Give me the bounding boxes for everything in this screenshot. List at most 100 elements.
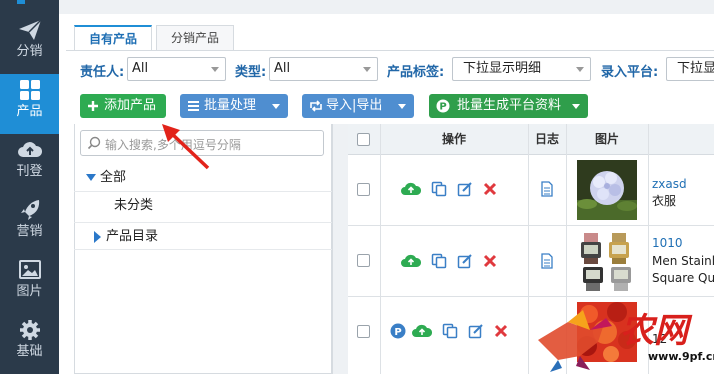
platform-label: 录入平台: [601, 65, 659, 80]
batch-process-button[interactable]: 批量处理 [180, 94, 288, 118]
paper-plane-icon [18, 19, 42, 40]
row-checkbox[interactable] [357, 183, 370, 196]
annotation-arrow [162, 124, 210, 170]
logo-mark [17, 0, 25, 4]
publish-icon[interactable] [412, 323, 433, 342]
nav-label: 产品 [16, 104, 43, 119]
watermark: 农网 www.9pf.cn [528, 300, 714, 374]
publish-icon[interactable] [401, 253, 422, 272]
caret-down-icon [272, 104, 280, 109]
add-product-button[interactable]: 添加产品 [80, 94, 166, 118]
caret-down-icon [572, 104, 580, 109]
image-icon [18, 260, 41, 279]
plus-icon [88, 101, 98, 111]
import-export-button[interactable]: 导入|导出 [302, 94, 414, 118]
gear-icon [19, 320, 40, 340]
log-icon[interactable] [540, 253, 554, 272]
tab-divider [66, 50, 714, 51]
hydrangea-image [577, 160, 637, 220]
generate-platform-data-button[interactable]: P 批量生成平台资料 [429, 94, 588, 118]
app-root: 分销 产品 刊登 营销 图片 基础 自有产品 分销产品 责任人: All 类型:… [0, 0, 714, 374]
nav-label: 分销 [16, 44, 43, 59]
type-select[interactable]: All [269, 57, 378, 81]
delete-icon[interactable] [483, 181, 497, 200]
nav-label: 图片 [16, 284, 43, 299]
chevron-down-icon [211, 67, 219, 72]
copy-icon[interactable] [442, 323, 458, 342]
delete-icon[interactable] [494, 323, 508, 342]
tree-label: 产品目录 [106, 229, 159, 244]
caret-down-icon [398, 104, 406, 109]
edit-icon[interactable] [468, 323, 484, 342]
select-all-checkbox[interactable] [357, 133, 370, 146]
paypal-p-icon[interactable]: P [390, 323, 406, 342]
product-thumbnail[interactable] [577, 231, 637, 291]
tree-label: 未分类 [114, 198, 154, 213]
nav-item-marketing[interactable]: 营销 [0, 194, 59, 254]
product-title-line: Men Stainle [652, 254, 714, 268]
product-id-link[interactable]: 1010 [652, 236, 683, 250]
row-checkbox[interactable] [357, 325, 370, 338]
watches-image [577, 231, 637, 291]
paypal-p-icon: P [436, 99, 450, 113]
tree-label: 全部 [100, 170, 127, 185]
owner-label: 责任人: [80, 65, 125, 80]
grid-icon [19, 80, 40, 100]
nav-item-distribution[interactable]: 分销 [0, 14, 59, 74]
table-header: 操作 日志 图片 [348, 124, 714, 155]
row-checkbox[interactable] [357, 254, 370, 267]
svg-text:农网: 农网 [620, 311, 693, 351]
tree-item-uncategorized[interactable]: 未分类 [74, 192, 332, 220]
owner-select[interactable]: All [127, 57, 226, 81]
product-thumbnail[interactable] [577, 160, 637, 220]
table-row: zxasd 衣服 [348, 155, 714, 226]
nav-label: 刊登 [16, 164, 43, 179]
tree-item-catalog[interactable]: 产品目录 [74, 222, 332, 250]
tag-label: 产品标签: [387, 65, 445, 80]
caret-right-icon [94, 231, 101, 243]
product-title: 衣服 [652, 194, 677, 208]
product-title-line: Square Qua [652, 271, 714, 285]
rocket-icon [20, 200, 39, 220]
nav-item-images[interactable]: 图片 [0, 254, 59, 314]
type-select-value: All [274, 61, 291, 76]
tab-own-products[interactable]: 自有产品 [74, 25, 152, 51]
panel-splitter[interactable] [332, 124, 348, 374]
col-header-log: 日志 [534, 132, 559, 146]
type-label: 类型: [235, 65, 267, 80]
watermark-url: www.9pf.cn [648, 350, 714, 363]
copy-icon[interactable] [431, 181, 447, 200]
generate-platform-data-label: 批量生成平台资料 [457, 98, 562, 113]
publish-icon[interactable] [401, 181, 422, 200]
col-header-image: 图片 [594, 132, 619, 146]
svg-text:P: P [394, 327, 401, 338]
edit-icon[interactable] [457, 253, 473, 272]
tag-select-value: 下拉显示明细 [463, 61, 542, 76]
product-id-link[interactable]: zxasd [652, 177, 687, 191]
platform-select[interactable]: 下拉显 [666, 57, 714, 81]
nav-item-basics[interactable]: 基础 [0, 314, 59, 374]
owner-select-value: All [132, 61, 149, 76]
nav-item-listing[interactable]: 刊登 [0, 134, 59, 194]
delete-icon[interactable] [483, 253, 497, 272]
log-icon[interactable] [540, 181, 554, 200]
nav-label: 基础 [16, 344, 43, 359]
search-icon [87, 136, 101, 150]
col-header-ops: 操作 [441, 132, 466, 146]
tag-select[interactable]: 下拉显示明细 [452, 57, 591, 81]
main-nav: 分销 产品 刊登 营销 图片 基础 [0, 0, 59, 374]
list-icon [188, 101, 199, 111]
caret-down-icon [86, 174, 96, 181]
svg-text:P: P [439, 102, 446, 113]
table-row: 1010 Men Stainle Square Qua [348, 226, 714, 297]
edit-icon[interactable] [457, 181, 473, 200]
import-export-label: 导入|导出 [326, 98, 383, 113]
chevron-down-icon [576, 67, 584, 72]
nav-item-products[interactable]: 产品 [0, 74, 59, 134]
top-strip [59, 0, 714, 14]
add-product-label: 添加产品 [104, 98, 157, 113]
batch-process-label: 批量处理 [204, 98, 257, 113]
tab-distribution-products[interactable]: 分销产品 [156, 25, 234, 51]
copy-icon[interactable] [431, 253, 447, 272]
retweet-icon [310, 100, 322, 112]
